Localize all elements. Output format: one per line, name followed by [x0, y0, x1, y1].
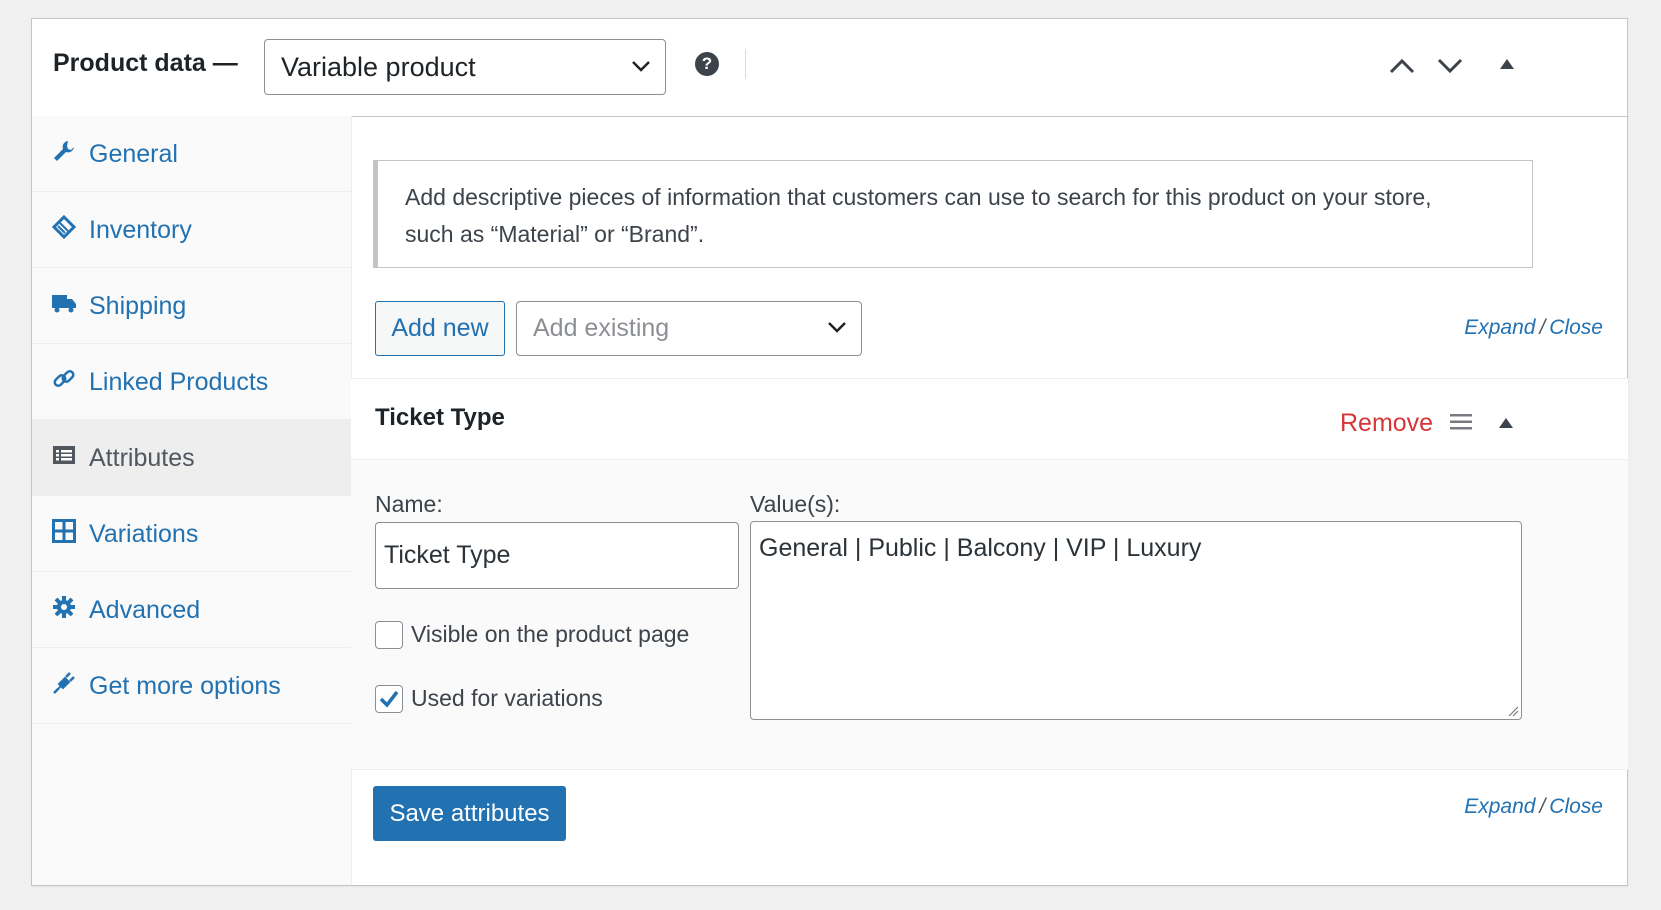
attribute-values-text: General | Public | Balcony | VIP | Luxur… [759, 534, 1202, 562]
attributes-notice: Add descriptive pieces of information th… [373, 160, 1533, 268]
expand-close-links-bottom: Expand / Close [1464, 795, 1603, 819]
attributes-panel: Add descriptive pieces of information th… [351, 116, 1628, 885]
tab-label: General [89, 140, 178, 168]
link-icon [53, 369, 75, 388]
attribute-item: Ticket Type Remove Name: Ticket Type Val… [351, 378, 1628, 770]
move-down-icon[interactable] [1436, 57, 1464, 75]
values-label: Value(s): [750, 491, 841, 517]
expand-close-links-top: Expand / Close [1464, 316, 1603, 340]
tag-icon [52, 215, 76, 239]
product-data-header: Product data — Variable product ? [32, 19, 1627, 117]
tab-label: Inventory [89, 216, 192, 244]
product-type-value: Variable product [281, 52, 476, 82]
close-link[interactable]: Close [1549, 316, 1603, 339]
notice-line: Add descriptive pieces of information th… [405, 184, 1432, 210]
tab-advanced[interactable]: Advanced [32, 572, 351, 648]
attribute-name-input[interactable]: Ticket Type [375, 522, 739, 589]
resize-grip-icon[interactable] [1507, 705, 1519, 717]
add-existing-placeholder: Add existing [533, 314, 670, 342]
gear-icon [53, 596, 75, 618]
separator: / [1539, 316, 1546, 339]
attribute-values-textarea[interactable]: General | Public | Balcony | VIP | Luxur… [750, 521, 1522, 720]
separator: / [1539, 795, 1546, 818]
tab-attributes[interactable]: Attributes [32, 420, 351, 496]
tab-general[interactable]: General [32, 116, 351, 192]
toggle-panel-icon[interactable] [1498, 57, 1516, 71]
tab-get-more-options[interactable]: Get more options [32, 648, 351, 724]
product-data-tabs: General Inventory Shipping Linked Produc… [32, 116, 352, 885]
name-label: Name: [375, 491, 443, 517]
product-data-panel: Product data — Variable product ? Genera… [31, 18, 1628, 886]
expand-link[interactable]: Expand [1464, 795, 1535, 818]
product-type-select[interactable]: Variable product [264, 39, 666, 95]
checkmark-icon [379, 690, 399, 708]
panel-title: Product data — [53, 49, 238, 77]
remove-attribute-link[interactable]: Remove [1340, 409, 1433, 438]
attribute-title: Ticket Type [375, 404, 505, 431]
save-attributes-button[interactable]: Save attributes [373, 786, 566, 841]
variations-checkbox[interactable] [375, 685, 403, 713]
tab-label: Advanced [89, 596, 201, 624]
tab-label: Linked Products [89, 368, 269, 396]
move-up-icon[interactable] [1388, 57, 1416, 75]
tab-label: Shipping [89, 292, 187, 320]
close-link[interactable]: Close [1549, 795, 1603, 818]
wrench-icon [54, 141, 74, 161]
tab-shipping[interactable]: Shipping [32, 268, 351, 344]
drag-handle-icon[interactable] [1450, 414, 1472, 430]
grid-icon [52, 519, 76, 543]
list-icon [53, 446, 75, 464]
tab-variations[interactable]: Variations [32, 496, 351, 572]
notice-line: such as “Material” or “Brand”. [405, 221, 705, 247]
tab-label: Variations [89, 520, 199, 548]
visible-checkbox[interactable] [375, 621, 403, 649]
tab-label: Get more options [89, 672, 281, 700]
tab-inventory[interactable]: Inventory [32, 192, 351, 268]
tab-linked-products[interactable]: Linked Products [32, 344, 351, 420]
attribute-header[interactable]: Ticket Type Remove [351, 379, 1628, 460]
tab-label: Attributes [89, 444, 195, 472]
chevron-down-icon [828, 322, 846, 333]
collapse-icon[interactable] [1497, 416, 1515, 430]
plugin-icon [53, 672, 75, 694]
add-existing-attribute-select[interactable]: Add existing [516, 301, 862, 356]
truck-icon [52, 295, 76, 313]
header-divider [745, 49, 746, 79]
chevron-down-icon [632, 61, 650, 72]
expand-link[interactable]: Expand [1464, 316, 1535, 339]
variations-label: Used for variations [411, 685, 603, 711]
visible-label: Visible on the product page [411, 621, 690, 647]
add-new-attribute-button[interactable]: Add new [375, 301, 505, 356]
help-icon[interactable]: ? [695, 52, 719, 76]
